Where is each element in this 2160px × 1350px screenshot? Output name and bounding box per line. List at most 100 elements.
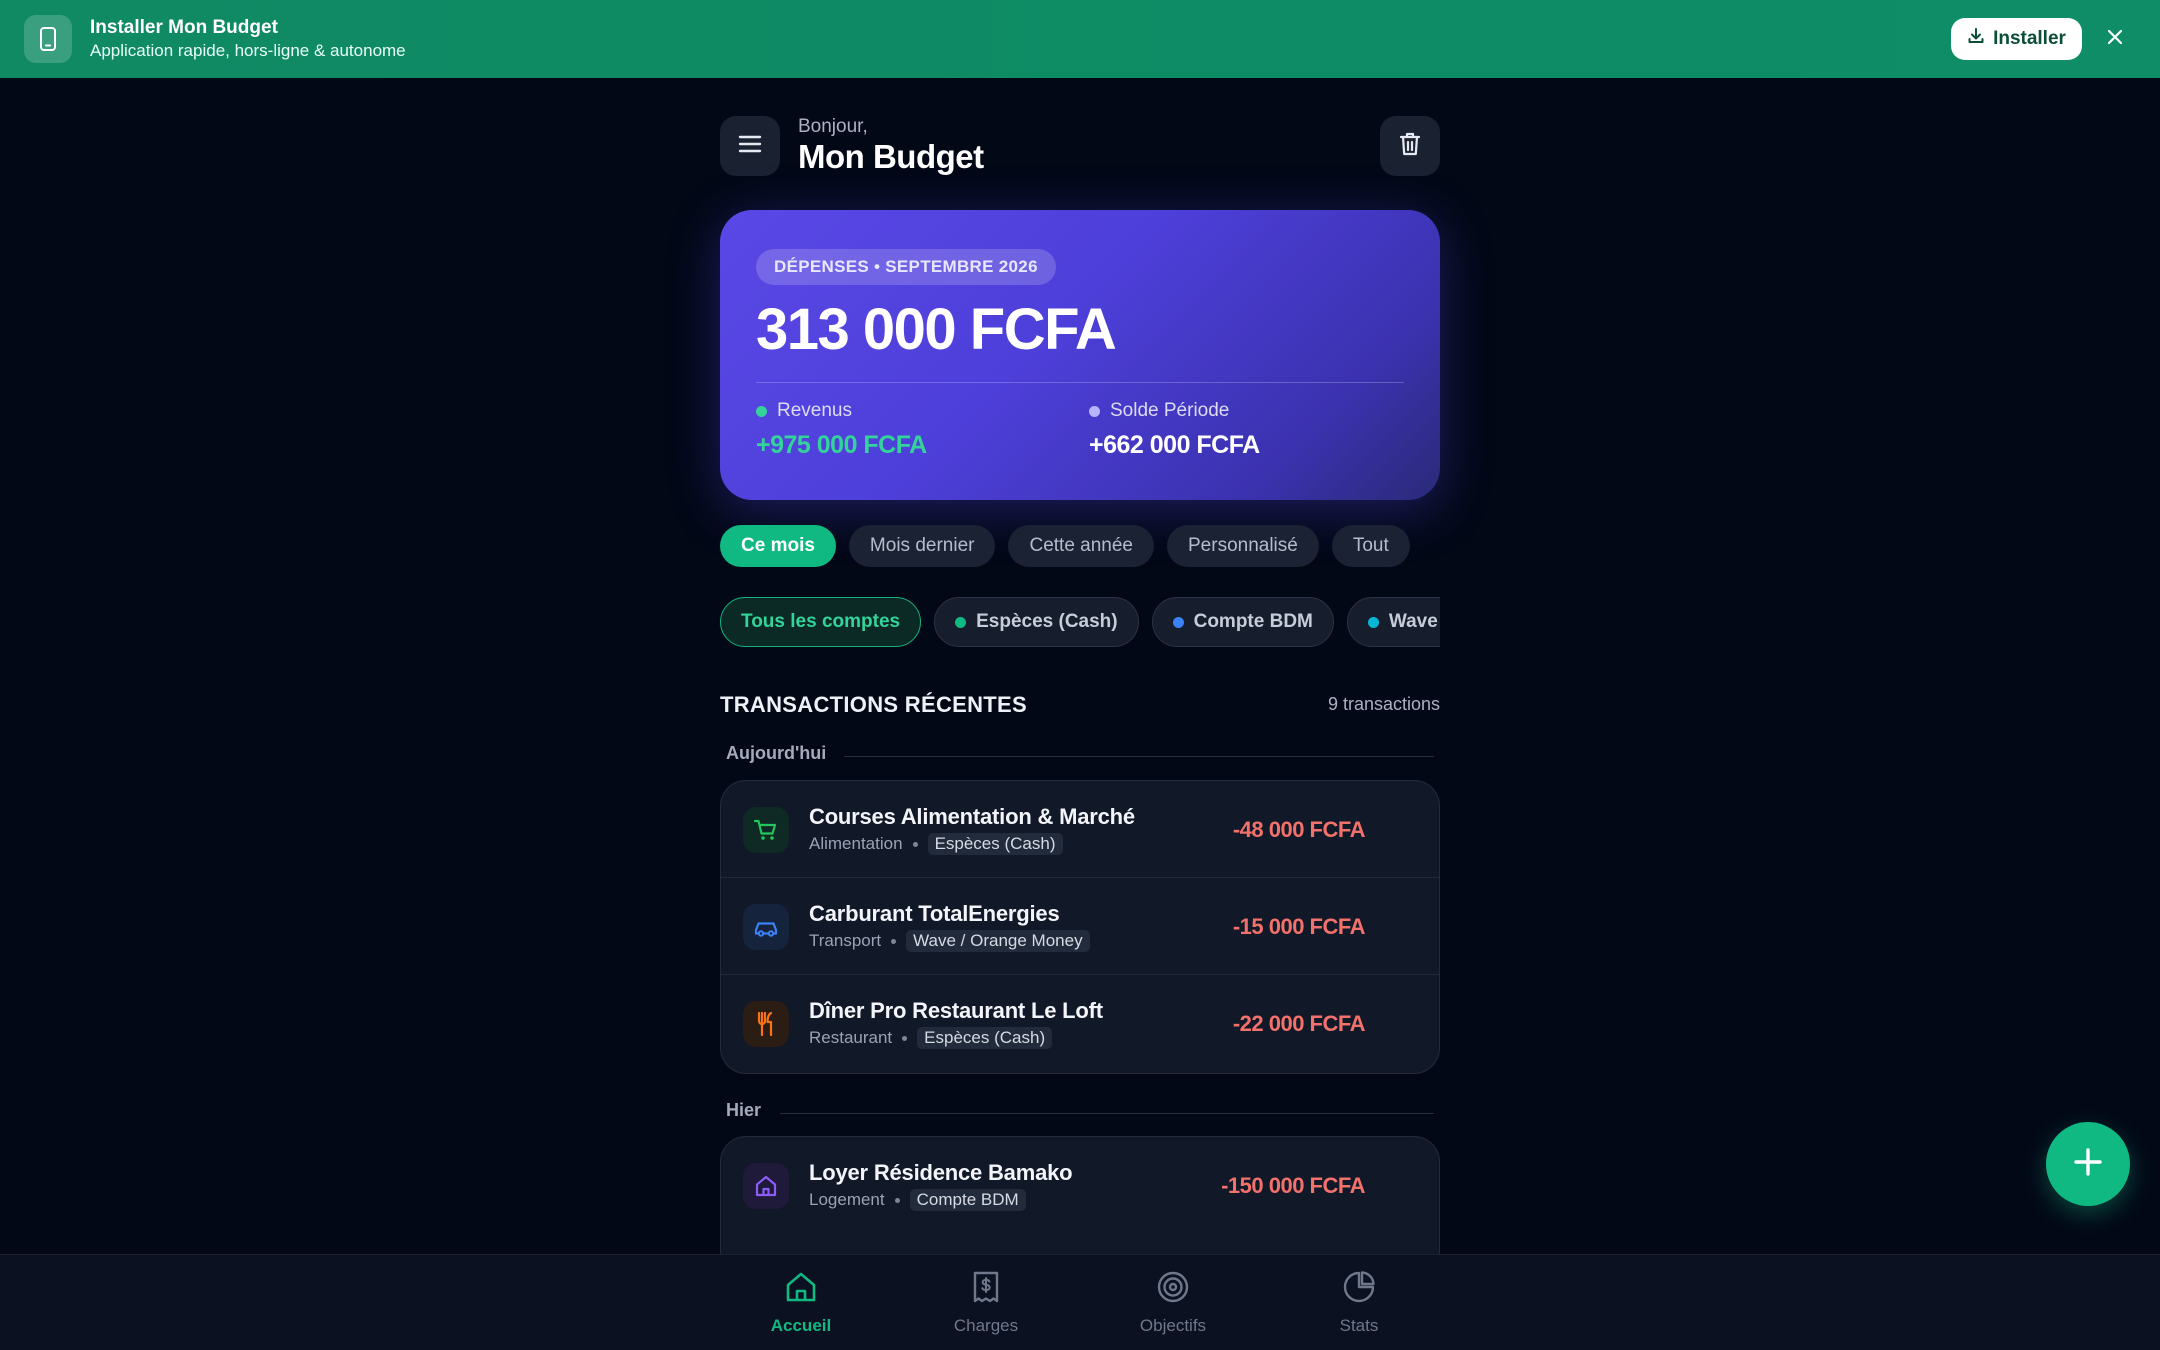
account-chip-bdm[interactable]: Compte BDM (1151, 597, 1334, 647)
install-button[interactable]: Installer (1951, 18, 2082, 60)
page-title: Mon Budget (798, 138, 984, 175)
summary-card: DÉPENSES • SEPTEMBRE 2026 313 000 FCFA R… (720, 210, 1440, 500)
separator-dot (894, 1197, 900, 1203)
nav-item-home[interactable]: Accueil (741, 1269, 861, 1336)
transaction-category: Alimentation (809, 834, 903, 853)
balance-value: +662 000 FCFA (1089, 431, 1260, 459)
nav-item-stats[interactable]: Stats (1299, 1269, 1419, 1336)
menu-button[interactable] (720, 116, 780, 176)
hamburger-icon (738, 134, 762, 159)
day-divider: Aujourd'hui (720, 743, 1440, 769)
nav-item-objectives[interactable]: Objectifs (1113, 1269, 1233, 1336)
utensils-icon (743, 1001, 789, 1047)
account-tag: Espèces (Cash) (917, 1027, 1053, 1049)
period-chip-custom[interactable]: Personnalisé (1167, 525, 1319, 567)
account-chip-label: Espèces (Cash) (976, 611, 1118, 632)
income-dot-icon (756, 405, 767, 417)
income-label-text: Revenus (777, 400, 852, 421)
account-dot-icon (1367, 616, 1379, 628)
account-tag: Espèces (Cash) (927, 833, 1063, 855)
account-tag: Compte BDM (909, 1189, 1026, 1211)
nav-label: Objectifs (1139, 1316, 1207, 1335)
transaction-amount: -15 000 FCFA (1232, 914, 1366, 939)
transaction-meta: Restaurant Espèces (Cash) (809, 1027, 1053, 1049)
install-banner: Installer Mon Budget Application rapide,… (0, 0, 2160, 78)
period-filter: Ce mois Mois dernier Cette année Personn… (720, 525, 1440, 567)
home-icon (743, 1163, 789, 1209)
day-label: Aujourd'hui (726, 743, 827, 763)
receipt-icon (968, 1269, 1004, 1310)
nav-label: Stats (1339, 1316, 1379, 1335)
account-chip-label: Wave / Orange Money (1388, 611, 1440, 632)
separator-dot (902, 1035, 908, 1041)
transaction-row[interactable]: Dîner Pro Restaurant Le Loft Restaurant … (721, 975, 1439, 1072)
nav-item-charges[interactable]: Charges (926, 1269, 1046, 1336)
transaction-meta: Transport Wave / Orange Money (809, 930, 1090, 952)
transaction-meta: Logement Compte BDM (809, 1189, 1026, 1211)
banner-subtitle: Application rapide, hors-ligne & autonom… (90, 41, 406, 60)
separator-dot (891, 938, 897, 944)
delete-button[interactable] (1380, 116, 1440, 176)
transaction-name: Loyer Résidence Bamako (809, 1160, 1073, 1185)
account-chip-all[interactable]: Tous les comptes (720, 597, 922, 647)
account-dot-icon (955, 616, 967, 628)
plus-icon (2071, 1145, 2105, 1184)
account-chip-label: Tous les comptes (741, 611, 901, 632)
cart-icon (743, 807, 789, 853)
bottom-navigation: Accueil Charges Objectifs Stats (0, 1254, 2160, 1350)
install-label: Installer (1993, 28, 2066, 49)
separator-dot (912, 841, 918, 847)
account-chip-wave[interactable]: Wave / Orange Money (1346, 597, 1440, 647)
transaction-name: Carburant TotalEnergies (809, 901, 1060, 926)
account-chip-label: Compte BDM (1193, 611, 1313, 632)
transaction-amount: -150 000 FCFA (1221, 1173, 1365, 1198)
divider (780, 1113, 1434, 1114)
period-chip-this-year[interactable]: Cette année (1008, 525, 1154, 567)
home-icon (783, 1269, 819, 1310)
period-chip-last-month[interactable]: Mois dernier (848, 525, 996, 567)
transaction-row[interactable]: Carburant TotalEnergies Transport Wave /… (721, 878, 1439, 975)
balance-label: Solde Période (1089, 400, 1229, 422)
balance-label-text: Solde Période (1110, 400, 1230, 421)
period-chip-all[interactable]: Tout (1331, 525, 1410, 567)
divider (844, 756, 1434, 757)
day-divider: Hier (720, 1100, 1440, 1126)
transaction-count: 9 transactions (1327, 694, 1440, 714)
income-label: Revenus (756, 400, 852, 422)
transaction-amount: -48 000 FCFA (1232, 817, 1366, 842)
account-filter: Tous les comptes Espèces (Cash) Compte B… (720, 597, 1440, 647)
transaction-category: Logement (809, 1190, 885, 1209)
trash-icon (1398, 130, 1422, 163)
expenses-total: 313 000 FCFA (756, 297, 1117, 362)
income-value: +975 000 FCFA (756, 431, 927, 459)
transaction-name: Dîner Pro Restaurant Le Loft (809, 998, 1103, 1023)
section-title: TRANSACTIONS RÉCENTES (720, 692, 1027, 717)
divider (756, 382, 1404, 383)
transaction-row[interactable]: Loyer Résidence Bamako Logement Compte B… (721, 1137, 1439, 1234)
banner-title: Installer Mon Budget (90, 17, 278, 38)
account-chip-cash[interactable]: Espèces (Cash) (934, 597, 1139, 647)
day-label: Hier (726, 1100, 762, 1120)
car-icon (743, 904, 789, 950)
transaction-group: Courses Alimentation & Marché Alimentati… (720, 780, 1440, 1074)
transaction-category: Transport (809, 931, 882, 950)
close-banner-button[interactable] (2100, 24, 2130, 54)
account-tag: Wave / Orange Money (906, 930, 1090, 952)
transaction-row[interactable]: Courses Alimentation & Marché Alimentati… (721, 781, 1439, 878)
phone-icon (24, 15, 72, 63)
transaction-meta: Alimentation Espèces (Cash) (809, 833, 1063, 855)
add-transaction-button[interactable] (2046, 1122, 2130, 1206)
transaction-category: Restaurant (809, 1028, 893, 1047)
period-chip-this-month[interactable]: Ce mois (720, 525, 836, 567)
account-dot-icon (1172, 616, 1184, 628)
balance-dot-icon (1089, 405, 1100, 417)
transactions-header: TRANSACTIONS RÉCENTES 9 transactions (720, 690, 1440, 720)
download-icon (1967, 27, 1985, 51)
nav-label: Accueil (770, 1316, 832, 1335)
pie-chart-icon (1341, 1269, 1377, 1310)
nav-label: Charges (953, 1316, 1019, 1335)
transaction-name: Courses Alimentation & Marché (809, 804, 1135, 829)
app-header: Bonjour, Mon Budget (720, 116, 1440, 178)
greeting-text: Bonjour, (798, 116, 868, 137)
close-icon (2106, 28, 2124, 51)
